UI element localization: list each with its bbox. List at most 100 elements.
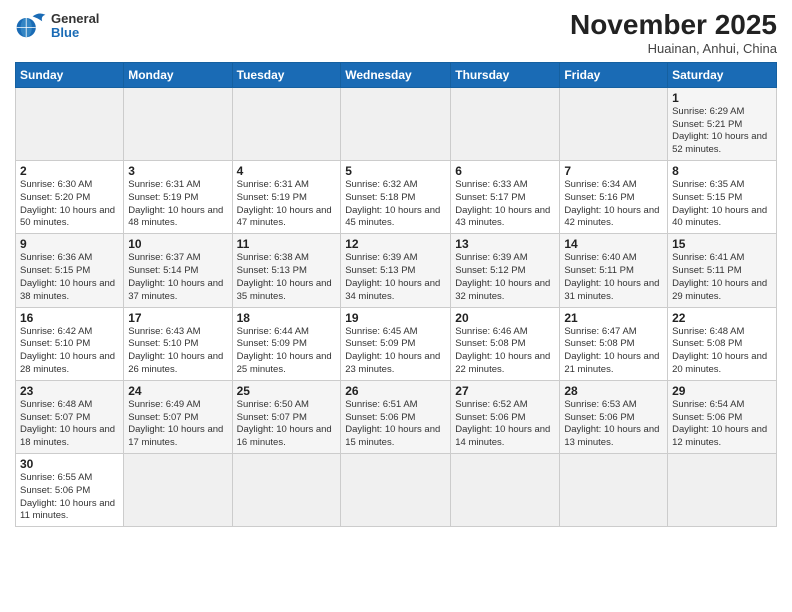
day-number: 1 <box>672 91 772 105</box>
logo-blue: Blue <box>51 26 99 40</box>
calendar-cell: 11Sunrise: 6:38 AMSunset: 5:13 PMDayligh… <box>232 234 341 307</box>
calendar-cell <box>341 454 451 527</box>
calendar-cell: 16Sunrise: 6:42 AMSunset: 5:10 PMDayligh… <box>16 307 124 380</box>
day-info: Sunrise: 6:46 AMSunset: 5:08 PMDaylight:… <box>455 326 555 377</box>
calendar-cell: 18Sunrise: 6:44 AMSunset: 5:09 PMDayligh… <box>232 307 341 380</box>
calendar-cell: 8Sunrise: 6:35 AMSunset: 5:15 PMDaylight… <box>668 161 777 234</box>
calendar-cell: 1Sunrise: 6:29 AMSunset: 5:21 PMDaylight… <box>668 87 777 160</box>
day-info: Sunrise: 6:39 AMSunset: 5:12 PMDaylight:… <box>455 252 555 303</box>
calendar-cell: 6Sunrise: 6:33 AMSunset: 5:17 PMDaylight… <box>451 161 560 234</box>
day-info: Sunrise: 6:39 AMSunset: 5:13 PMDaylight:… <box>345 252 446 303</box>
logo: General Blue <box>15 10 99 42</box>
day-info: Sunrise: 6:54 AMSunset: 5:06 PMDaylight:… <box>672 399 772 450</box>
calendar-cell: 22Sunrise: 6:48 AMSunset: 5:08 PMDayligh… <box>668 307 777 380</box>
week-row-1: 1Sunrise: 6:29 AMSunset: 5:21 PMDaylight… <box>16 87 777 160</box>
calendar-cell: 15Sunrise: 6:41 AMSunset: 5:11 PMDayligh… <box>668 234 777 307</box>
day-number: 24 <box>128 384 227 398</box>
day-number: 25 <box>237 384 337 398</box>
day-info: Sunrise: 6:37 AMSunset: 5:14 PMDaylight:… <box>128 252 227 303</box>
week-row-6: 30Sunrise: 6:55 AMSunset: 5:06 PMDayligh… <box>16 454 777 527</box>
header: General Blue November 2025 Huainan, Anhu… <box>15 10 777 56</box>
page: General Blue November 2025 Huainan, Anhu… <box>0 0 792 612</box>
day-number: 9 <box>20 237 119 251</box>
day-number: 30 <box>20 457 119 471</box>
day-number: 20 <box>455 311 555 325</box>
calendar-cell: 28Sunrise: 6:53 AMSunset: 5:06 PMDayligh… <box>560 380 668 453</box>
calendar-cell <box>451 454 560 527</box>
day-number: 13 <box>455 237 555 251</box>
title-block: November 2025 Huainan, Anhui, China <box>570 10 777 56</box>
day-info: Sunrise: 6:32 AMSunset: 5:18 PMDaylight:… <box>345 179 446 230</box>
day-number: 8 <box>672 164 772 178</box>
calendar-cell: 14Sunrise: 6:40 AMSunset: 5:11 PMDayligh… <box>560 234 668 307</box>
day-info: Sunrise: 6:41 AMSunset: 5:11 PMDaylight:… <box>672 252 772 303</box>
weekday-header-friday: Friday <box>560 62 668 87</box>
day-info: Sunrise: 6:48 AMSunset: 5:08 PMDaylight:… <box>672 326 772 377</box>
day-info: Sunrise: 6:44 AMSunset: 5:09 PMDaylight:… <box>237 326 337 377</box>
calendar-cell <box>16 87 124 160</box>
calendar-cell: 19Sunrise: 6:45 AMSunset: 5:09 PMDayligh… <box>341 307 451 380</box>
calendar-cell <box>232 87 341 160</box>
calendar-cell: 3Sunrise: 6:31 AMSunset: 5:19 PMDaylight… <box>124 161 232 234</box>
day-info: Sunrise: 6:47 AMSunset: 5:08 PMDaylight:… <box>564 326 663 377</box>
day-info: Sunrise: 6:40 AMSunset: 5:11 PMDaylight:… <box>564 252 663 303</box>
calendar-cell: 30Sunrise: 6:55 AMSunset: 5:06 PMDayligh… <box>16 454 124 527</box>
day-info: Sunrise: 6:43 AMSunset: 5:10 PMDaylight:… <box>128 326 227 377</box>
weekday-header-thursday: Thursday <box>451 62 560 87</box>
weekday-header-saturday: Saturday <box>668 62 777 87</box>
calendar-cell <box>341 87 451 160</box>
day-number: 4 <box>237 164 337 178</box>
week-row-3: 9Sunrise: 6:36 AMSunset: 5:15 PMDaylight… <box>16 234 777 307</box>
day-info: Sunrise: 6:52 AMSunset: 5:06 PMDaylight:… <box>455 399 555 450</box>
day-number: 16 <box>20 311 119 325</box>
day-info: Sunrise: 6:45 AMSunset: 5:09 PMDaylight:… <box>345 326 446 377</box>
day-number: 11 <box>237 237 337 251</box>
day-info: Sunrise: 6:36 AMSunset: 5:15 PMDaylight:… <box>20 252 119 303</box>
day-info: Sunrise: 6:50 AMSunset: 5:07 PMDaylight:… <box>237 399 337 450</box>
calendar-cell: 7Sunrise: 6:34 AMSunset: 5:16 PMDaylight… <box>560 161 668 234</box>
calendar-cell: 4Sunrise: 6:31 AMSunset: 5:19 PMDaylight… <box>232 161 341 234</box>
day-number: 19 <box>345 311 446 325</box>
day-info: Sunrise: 6:48 AMSunset: 5:07 PMDaylight:… <box>20 399 119 450</box>
logo-text: General Blue <box>51 12 99 41</box>
location: Huainan, Anhui, China <box>570 41 777 56</box>
day-number: 7 <box>564 164 663 178</box>
calendar-cell <box>451 87 560 160</box>
day-number: 28 <box>564 384 663 398</box>
week-row-5: 23Sunrise: 6:48 AMSunset: 5:07 PMDayligh… <box>16 380 777 453</box>
calendar-cell: 20Sunrise: 6:46 AMSunset: 5:08 PMDayligh… <box>451 307 560 380</box>
day-number: 29 <box>672 384 772 398</box>
calendar-cell <box>668 454 777 527</box>
calendar-cell: 21Sunrise: 6:47 AMSunset: 5:08 PMDayligh… <box>560 307 668 380</box>
day-info: Sunrise: 6:38 AMSunset: 5:13 PMDaylight:… <box>237 252 337 303</box>
day-number: 2 <box>20 164 119 178</box>
calendar-cell <box>560 87 668 160</box>
day-number: 14 <box>564 237 663 251</box>
calendar-cell: 23Sunrise: 6:48 AMSunset: 5:07 PMDayligh… <box>16 380 124 453</box>
day-number: 18 <box>237 311 337 325</box>
week-row-2: 2Sunrise: 6:30 AMSunset: 5:20 PMDaylight… <box>16 161 777 234</box>
weekday-header-monday: Monday <box>124 62 232 87</box>
day-number: 3 <box>128 164 227 178</box>
day-number: 5 <box>345 164 446 178</box>
day-number: 6 <box>455 164 555 178</box>
week-row-4: 16Sunrise: 6:42 AMSunset: 5:10 PMDayligh… <box>16 307 777 380</box>
calendar-cell: 12Sunrise: 6:39 AMSunset: 5:13 PMDayligh… <box>341 234 451 307</box>
month-title: November 2025 <box>570 10 777 41</box>
day-info: Sunrise: 6:31 AMSunset: 5:19 PMDaylight:… <box>128 179 227 230</box>
calendar-cell: 10Sunrise: 6:37 AMSunset: 5:14 PMDayligh… <box>124 234 232 307</box>
day-number: 23 <box>20 384 119 398</box>
day-info: Sunrise: 6:30 AMSunset: 5:20 PMDaylight:… <box>20 179 119 230</box>
calendar-cell <box>232 454 341 527</box>
calendar-cell: 26Sunrise: 6:51 AMSunset: 5:06 PMDayligh… <box>341 380 451 453</box>
day-number: 17 <box>128 311 227 325</box>
generalblue-logo-icon <box>15 10 47 42</box>
calendar-cell: 24Sunrise: 6:49 AMSunset: 5:07 PMDayligh… <box>124 380 232 453</box>
calendar-cell: 9Sunrise: 6:36 AMSunset: 5:15 PMDaylight… <box>16 234 124 307</box>
day-info: Sunrise: 6:53 AMSunset: 5:06 PMDaylight:… <box>564 399 663 450</box>
logo-general: General <box>51 12 99 26</box>
weekday-header-tuesday: Tuesday <box>232 62 341 87</box>
day-number: 22 <box>672 311 772 325</box>
calendar-cell: 17Sunrise: 6:43 AMSunset: 5:10 PMDayligh… <box>124 307 232 380</box>
calendar-cell: 13Sunrise: 6:39 AMSunset: 5:12 PMDayligh… <box>451 234 560 307</box>
